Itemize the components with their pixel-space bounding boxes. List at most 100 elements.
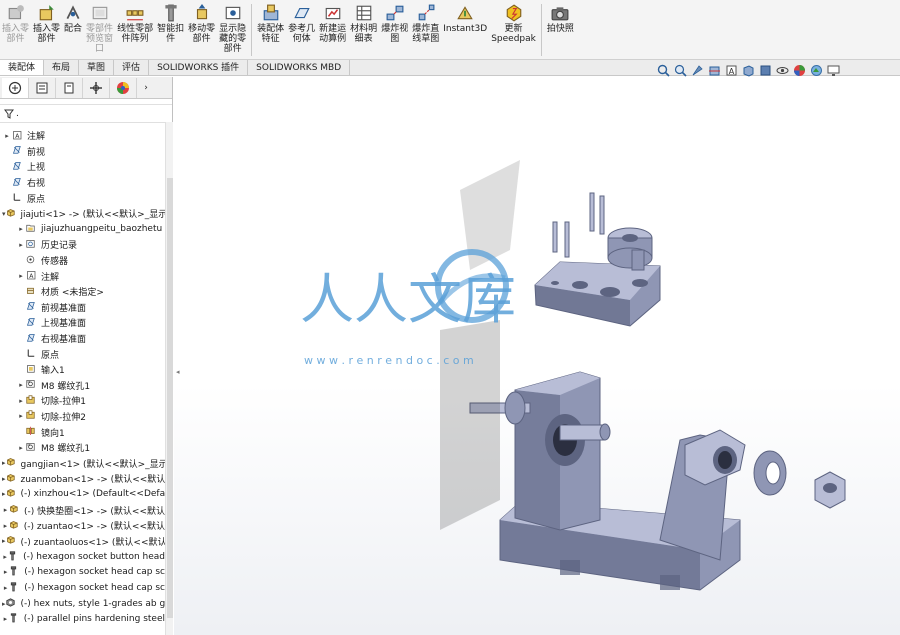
hide-show-items-icon[interactable] [775, 63, 789, 77]
part-icon [6, 208, 18, 220]
previous-view-icon[interactable] [690, 63, 704, 77]
panel-collapse-handle[interactable]: ◂ [176, 368, 182, 382]
ribbon-button-bom[interactable]: 材料明 细表 [348, 2, 379, 58]
ribbon-button-snapshot[interactable]: 拍快照 [545, 2, 576, 58]
tree-item[interactable]: ▾ jiajuti<1> -> (默认<<默认>_显示 [0, 206, 165, 222]
tree-item[interactable]: 材质 <未指定> [0, 284, 165, 300]
collapsed-arrow-icon[interactable]: ▸ [2, 568, 9, 576]
dynamic-annotation-icon[interactable]: A [724, 63, 738, 77]
ribbon-button-move-component[interactable]: 移动零 部件 [186, 2, 217, 58]
command-tab[interactable]: 草图 [79, 60, 115, 75]
tree-item[interactable]: 镜向1 [0, 424, 165, 440]
command-tab[interactable]: 布局 [44, 60, 80, 75]
ribbon-button-mate[interactable]: 配合 [62, 2, 84, 58]
tree-item[interactable]: 输入1 [0, 362, 165, 378]
tree-scrollbar[interactable] [165, 122, 173, 635]
scrollbar-thumb[interactable] [167, 178, 173, 618]
zoom-to-area-icon[interactable] [673, 63, 687, 77]
collapsed-arrow-icon[interactable]: ▸ [16, 381, 26, 389]
section-view-icon[interactable] [707, 63, 721, 77]
collapsed-arrow-icon[interactable]: ▸ [16, 412, 26, 420]
ribbon-button-assembly-feature[interactable]: 装配体 特征 [255, 2, 286, 58]
ribbon-button-smart-fasteners[interactable]: 智能扣 件 [155, 2, 186, 58]
history-icon [26, 239, 38, 251]
tree-item[interactable]: ▸ M M8 螺纹孔1 [0, 440, 165, 456]
cut-extrude-icon [26, 395, 38, 407]
collapsed-arrow-icon[interactable]: ▸ [16, 444, 26, 452]
display-manager-tab[interactable] [110, 77, 137, 98]
view-orientation-icon[interactable] [741, 63, 755, 77]
tree-item[interactable]: 前视 [0, 144, 165, 160]
tree-item[interactable]: 上视 [0, 159, 165, 175]
folder-icon [26, 223, 38, 235]
collapsed-arrow-icon[interactable]: ▸ [2, 132, 12, 140]
tree-item[interactable]: ▸ zuanmoban<1> -> (默认<<默认 [0, 471, 165, 487]
tree-item[interactable]: ▸ jiajuzhuangpeitu_baozhetu [0, 222, 165, 238]
tree-item[interactable]: ▸ (-) zuantao<1> -> (默认<<默认 [0, 518, 165, 534]
ribbon-button-show-hidden[interactable]: 显示隐 藏的零 部件 [217, 2, 248, 58]
collapsed-arrow-icon[interactable]: ▸ [16, 272, 26, 280]
collapsed-arrow-icon[interactable]: ▸ [2, 584, 9, 592]
dimxpert-manager-tab[interactable] [83, 77, 110, 98]
mirror-icon [26, 426, 38, 438]
tree-item[interactable]: ▸ (-) hexagon socket head cap sc [0, 580, 165, 596]
command-tab[interactable]: 装配体 [0, 60, 45, 75]
ribbon-button-explode-line[interactable]: 爆炸直 线草图 [410, 2, 441, 58]
feature-manager-tab[interactable] [2, 77, 29, 98]
configuration-manager-tab[interactable] [56, 77, 83, 98]
ribbon-button-insert-part[interactable]: 插入零 部件 [31, 2, 62, 58]
command-tab[interactable]: SOLIDWORKS 插件 [149, 60, 249, 75]
ribbon-button-speedpak[interactable]: 更新 Speedpak [489, 2, 538, 58]
tree-item[interactable]: 右视 [0, 175, 165, 191]
apply-scene-icon[interactable] [809, 63, 823, 77]
tree-item-label: 材质 <未指定> [41, 288, 104, 299]
hole-icon: M [26, 379, 38, 391]
ribbon-button-label: 插入零 部件 [33, 24, 61, 44]
command-manager-ribbon: 插入零 部件 插入零 部件 配合 零部件 预览窗 口线性零部 件阵列 智能扣 件移动零 … [0, 0, 900, 60]
tree-item[interactable]: ▸ M M8 螺纹孔1 [0, 378, 165, 394]
collapsed-arrow-icon[interactable]: ▸ [16, 225, 26, 233]
tree-item[interactable]: ▸ 历史记录 [0, 237, 165, 253]
tree-item[interactable]: ▸ (-) 快换垫圈<1> -> (默认<<默认 [0, 502, 165, 518]
collapsed-arrow-icon[interactable]: ▸ [2, 522, 9, 530]
collapsed-arrow-icon[interactable]: ▸ [2, 615, 9, 623]
collapsed-arrow-icon[interactable]: ▸ [16, 397, 26, 405]
tree-item[interactable]: 原点 [0, 346, 165, 362]
tree-item[interactable]: ▸ (-) parallel pins hardening steel [0, 611, 165, 627]
tree-item[interactable]: ▸ (-) hex nuts, style 1-grades ab g [0, 596, 165, 612]
tree-item[interactable]: 传感器 [0, 253, 165, 269]
tree-item[interactable]: ▸ (-) hexagon socket button head [0, 549, 165, 565]
support-plate [514, 371, 601, 531]
tree-item[interactable]: ▸ A 注解 [0, 128, 165, 144]
command-tab[interactable]: SOLIDWORKS MBD [248, 60, 351, 75]
tree-item[interactable]: 上视基准面 [0, 315, 165, 331]
tree-item[interactable]: 前视基准面 [0, 300, 165, 316]
collapsed-arrow-icon[interactable]: ▸ [2, 506, 9, 514]
tree-item[interactable]: 右视基准面 [0, 331, 165, 347]
tree-item[interactable]: ▸ (-) hexagon socket head cap sc [0, 565, 165, 581]
command-tab[interactable]: 评估 [114, 60, 150, 75]
tree-filter[interactable]: . [0, 105, 172, 123]
tree-item[interactable]: 原点 [0, 190, 165, 206]
material-icon [26, 286, 38, 298]
ribbon-button-insert-component[interactable]: 插入零 部件 [0, 2, 31, 58]
panel-tabs-more[interactable]: › [137, 78, 155, 98]
ribbon-button-component-preview[interactable]: 零部件 预览窗 口 [84, 2, 115, 58]
view-settings-icon[interactable] [826, 63, 840, 77]
ribbon-button-reference-geometry[interactable]: 参考几 何体 [286, 2, 317, 58]
tree-item[interactable]: ▸ A 注解 [0, 268, 165, 284]
tree-item[interactable]: ▸ (-) zuantaoluos<1> (默认<<默认 [0, 533, 165, 549]
tree-item[interactable]: ▸ gangjian<1> (默认<<默认>_显示 [0, 455, 165, 471]
ribbon-button-motion-study[interactable]: 新建运 动算例 [317, 2, 348, 58]
display-style-icon[interactable] [758, 63, 772, 77]
property-manager-tab[interactable] [29, 77, 56, 98]
ribbon-button-linear-pattern[interactable]: 线性零部 件阵列 [115, 2, 155, 58]
tree-item[interactable]: ▸ 切除-拉伸2 [0, 409, 165, 425]
edit-appearance-icon[interactable] [792, 63, 806, 77]
tree-item[interactable]: ▸ 切除-拉伸1 [0, 393, 165, 409]
ribbon-button-exploded-view[interactable]: 爆炸视 图 [379, 2, 410, 58]
zoom-to-fit-icon[interactable] [656, 63, 670, 77]
tree-item[interactable]: ▸ (-) xinzhou<1> (Default<<Defa [0, 487, 165, 503]
collapsed-arrow-icon[interactable]: ▸ [16, 241, 26, 249]
ribbon-button-instant3d[interactable]: Instant3D [441, 2, 489, 58]
